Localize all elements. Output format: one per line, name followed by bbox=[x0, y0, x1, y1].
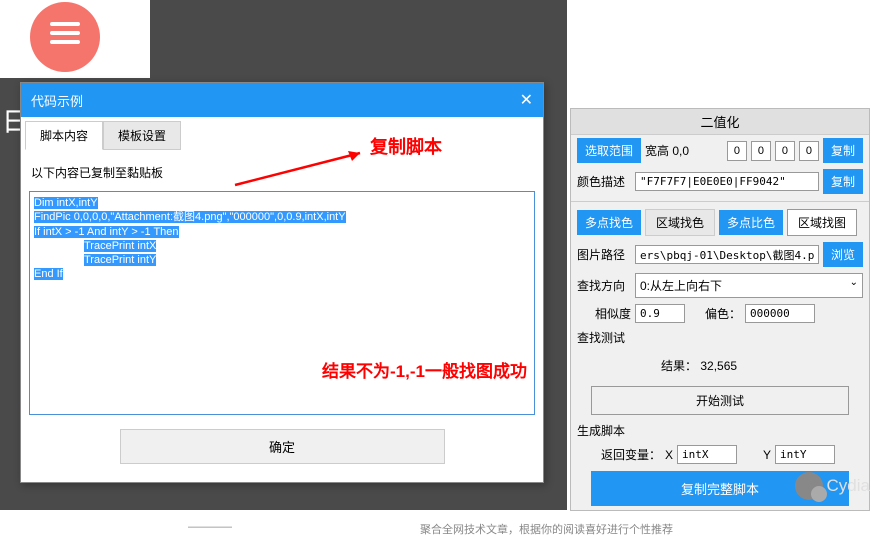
code-line: Dim intX,intY bbox=[34, 197, 98, 209]
panel-title: 二值化 bbox=[571, 109, 869, 135]
return-var-label: 返回变量： bbox=[601, 446, 661, 463]
copy-color-button[interactable]: 复制 bbox=[823, 169, 863, 194]
chevron-down-icon: ⌄ bbox=[850, 277, 858, 294]
tab-area-find-pic[interactable]: 区域找图 bbox=[787, 209, 857, 236]
y-var-input[interactable] bbox=[775, 445, 835, 464]
pic-path-label: 图片路径 bbox=[577, 246, 631, 263]
footer-left: ———— bbox=[0, 518, 420, 538]
copy-message: 以下内容已复制至黏贴板 bbox=[31, 164, 533, 181]
logo-area bbox=[0, 0, 150, 78]
coord-y1-input[interactable] bbox=[751, 141, 771, 161]
code-line: TracePrint intY bbox=[84, 254, 156, 266]
x-var-input[interactable] bbox=[677, 445, 737, 464]
test-label: 查找测试 bbox=[577, 329, 631, 346]
code-example-dialog: 代码示例 ✕ 脚本内容 模板设置 以下内容已复制至黏贴板 Dim intX,in… bbox=[20, 82, 544, 483]
pic-path-input[interactable] bbox=[635, 245, 819, 264]
browse-button[interactable]: 浏览 bbox=[823, 242, 863, 267]
color-desc-label: 颜色描述 bbox=[577, 173, 631, 190]
result-label: 结果： bbox=[661, 359, 697, 373]
gen-script-label: 生成脚本 bbox=[577, 422, 631, 439]
code-line: End If bbox=[34, 268, 63, 280]
tab-area-find-color[interactable]: 区域找色 bbox=[645, 209, 715, 236]
wechat-icon bbox=[795, 472, 823, 500]
watermark: Cydia bbox=[795, 472, 870, 500]
copy-coords-button[interactable]: 复制 bbox=[823, 138, 863, 163]
tab-multi-compare-color[interactable]: 多点比色 bbox=[719, 210, 783, 235]
close-icon[interactable]: ✕ bbox=[520, 90, 533, 110]
offset-label: 偏色： bbox=[705, 305, 741, 322]
color-desc-input[interactable] bbox=[635, 172, 819, 191]
direction-select[interactable]: 0:从左上向右下 ⌄ bbox=[635, 273, 863, 298]
footer-right: 聚合全网技术文章，根据你的阅读喜好进行个性推荐 bbox=[420, 518, 878, 538]
settings-panel: 二值化 选取范围 宽高 0,0 复制 颜色描述 复制 多点找色 区域找色 多点比… bbox=[570, 108, 870, 511]
direction-label: 查找方向 bbox=[577, 277, 631, 294]
y-label: Y bbox=[763, 448, 771, 462]
similarity-input[interactable] bbox=[635, 304, 685, 323]
select-range-button[interactable]: 选取范围 bbox=[577, 138, 641, 163]
dialog-title-text: 代码示例 bbox=[31, 91, 83, 110]
wh-label: 宽高 0,0 bbox=[645, 142, 723, 159]
result-value: 32,565 bbox=[700, 359, 737, 373]
code-line: TracePrint intX bbox=[84, 240, 156, 252]
coord-y2-input[interactable] bbox=[799, 141, 819, 161]
annotation-copy-script: 复制脚本 bbox=[370, 133, 442, 159]
dialog-titlebar: 代码示例 ✕ bbox=[21, 83, 543, 117]
x-label: X bbox=[665, 448, 673, 462]
tab-multi-find-color[interactable]: 多点找色 bbox=[577, 210, 641, 235]
coord-x2-input[interactable] bbox=[775, 141, 795, 161]
watermark-text: Cydia bbox=[827, 476, 870, 496]
ok-button[interactable]: 确定 bbox=[120, 429, 445, 464]
footer: ———— 聚合全网技术文章，根据你的阅读喜好进行个性推荐 bbox=[0, 518, 878, 538]
similarity-label: 相似度 bbox=[577, 305, 631, 322]
coord-x1-input[interactable] bbox=[727, 141, 747, 161]
start-test-button[interactable]: 开始测试 bbox=[591, 386, 849, 415]
app-logo-icon bbox=[30, 2, 100, 72]
code-line: FindPic 0,0,0,0,"Attachment:截图4.png","00… bbox=[34, 211, 346, 223]
tab-template-settings[interactable]: 模板设置 bbox=[103, 121, 181, 150]
offset-input[interactable] bbox=[745, 304, 815, 323]
annotation-result: 结果不为-1,-1一般找图成功 bbox=[322, 357, 527, 382]
code-line: If intX > -1 And intY > -1 Then bbox=[34, 226, 179, 238]
direction-value: 0:从左上向右下 bbox=[640, 277, 722, 294]
dialog-tabs: 脚本内容 模板设置 bbox=[21, 117, 543, 150]
tab-script-content[interactable]: 脚本内容 bbox=[25, 121, 103, 150]
